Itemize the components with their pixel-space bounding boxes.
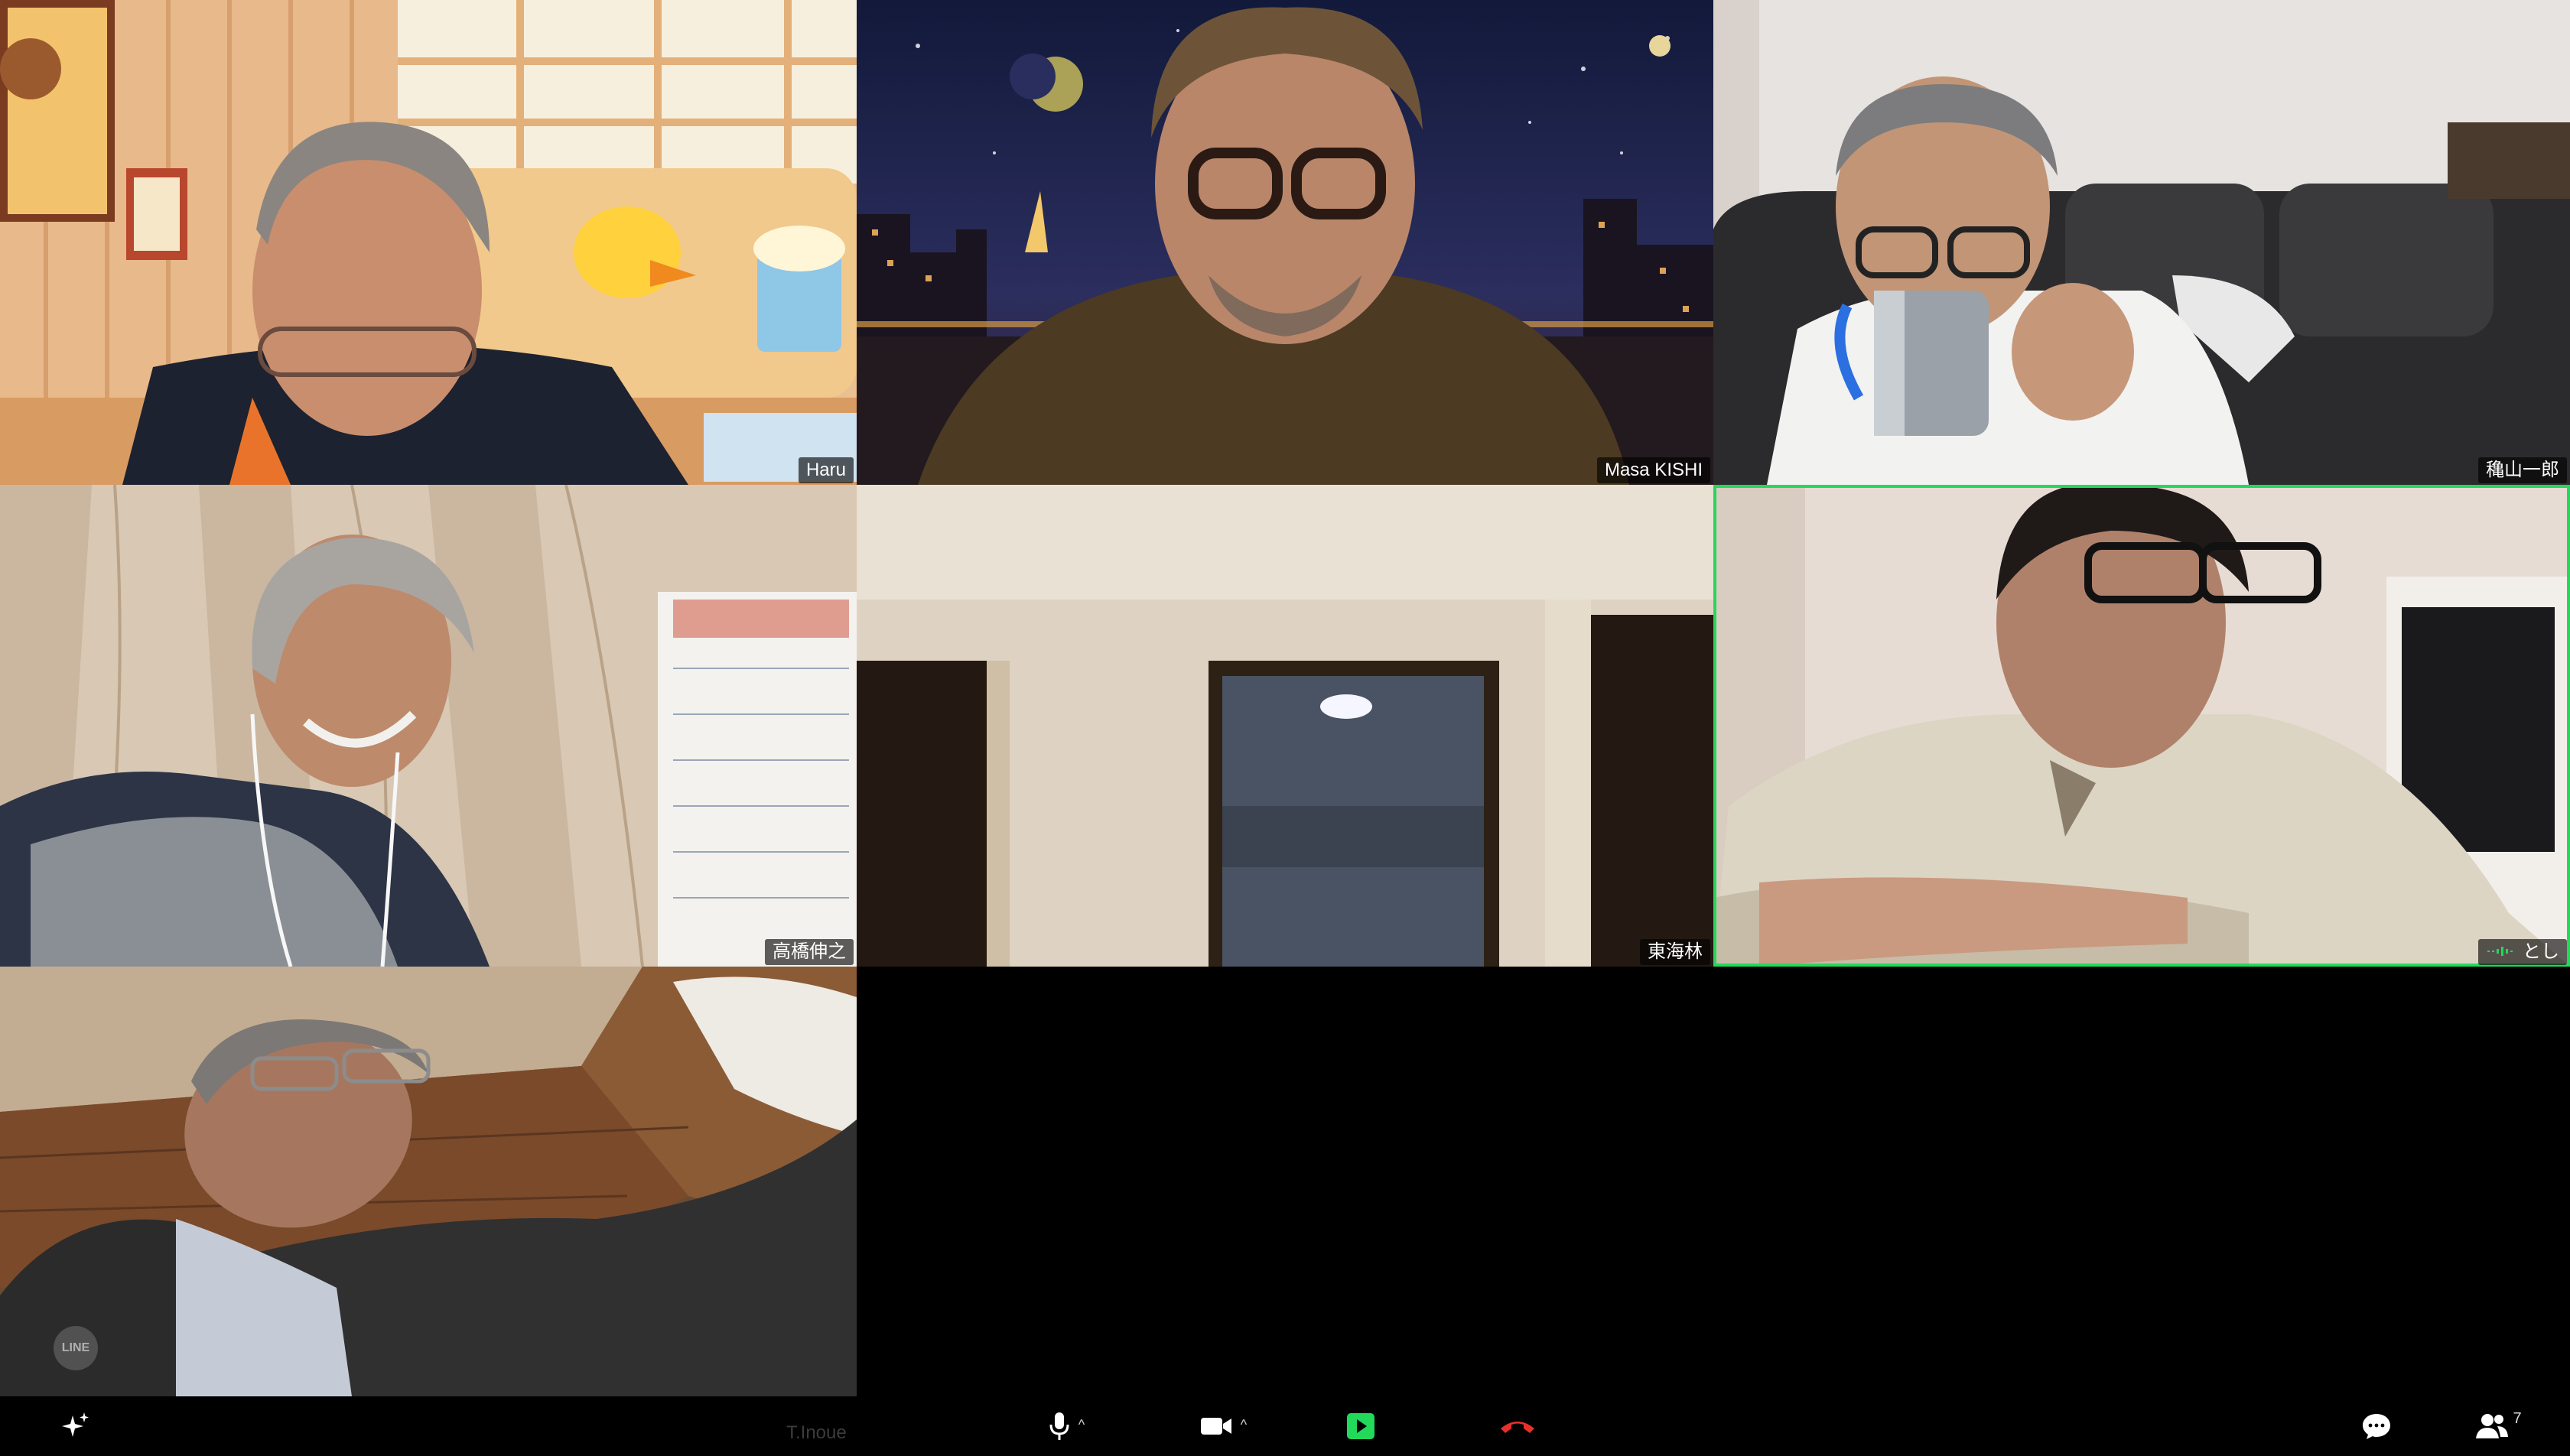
video-feed-shoji <box>857 485 1713 967</box>
audio-level-icon <box>2487 946 2513 956</box>
participants-icon <box>2476 1414 2509 1438</box>
video-tile-masa-kishi[interactable]: Masa KISHI <box>857 0 1713 485</box>
microphone-icon <box>1049 1412 1069 1440</box>
video-camera-icon <box>1200 1418 1231 1435</box>
video-feed-masa-kishi <box>857 0 1713 485</box>
end-meeting-button[interactable] <box>1495 1396 1540 1456</box>
video-tile-toshi[interactable]: とし <box>1713 485 2570 967</box>
sparkle-icon <box>62 1412 89 1437</box>
participant-name-label: とし <box>2478 939 2567 965</box>
video-feed-akiyama <box>1713 0 2570 485</box>
share-screen-icon <box>1347 1413 1374 1439</box>
participants-button[interactable]: 7 <box>2468 1396 2529 1456</box>
participant-name-label-faint: T.Inoue <box>786 1422 847 1443</box>
participants-count: 7 <box>2513 1409 2522 1427</box>
participant-name-label: 東海林 <box>1640 939 1710 965</box>
mute-button[interactable]: ^ <box>1036 1396 1097 1456</box>
video-tile-shoji[interactable]: 東海林 <box>857 485 1713 967</box>
virtual-background-button[interactable] <box>57 1396 95 1456</box>
participant-name-label: Haru <box>798 457 854 483</box>
participant-name-label: 穐山一郎 <box>2478 457 2567 483</box>
video-tile-akiyama[interactable]: 穐山一郎 <box>1713 0 2570 485</box>
video-feed-takahashi <box>0 485 857 967</box>
chat-bubble-icon <box>2363 1414 2390 1439</box>
participant-name-label: 高橋伸之 <box>765 939 854 965</box>
video-options-caret[interactable]: ^ <box>1241 1417 1247 1433</box>
video-tile-takahashi[interactable]: 高橋伸之 <box>0 485 857 967</box>
video-feed-t-inoue <box>0 967 857 1396</box>
meeting-toolbar: T.Inoue ^ ^ 7 <box>0 1396 2570 1456</box>
end-call-icon <box>1501 1422 1534 1433</box>
video-tile-t-inoue[interactable]: LINE <box>0 967 857 1396</box>
video-feed-toshi <box>1713 485 2570 967</box>
chat-button[interactable] <box>2357 1396 2396 1456</box>
mute-options-caret[interactable]: ^ <box>1078 1417 1085 1433</box>
video-button[interactable]: ^ <box>1189 1396 1257 1456</box>
participant-name-label: Masa KISHI <box>1596 457 1710 483</box>
video-feed-haru <box>0 0 857 485</box>
line-watermark: LINE <box>54 1326 98 1370</box>
share-screen-button[interactable] <box>1342 1396 1380 1456</box>
video-tile-haru[interactable]: Haru <box>0 0 857 485</box>
